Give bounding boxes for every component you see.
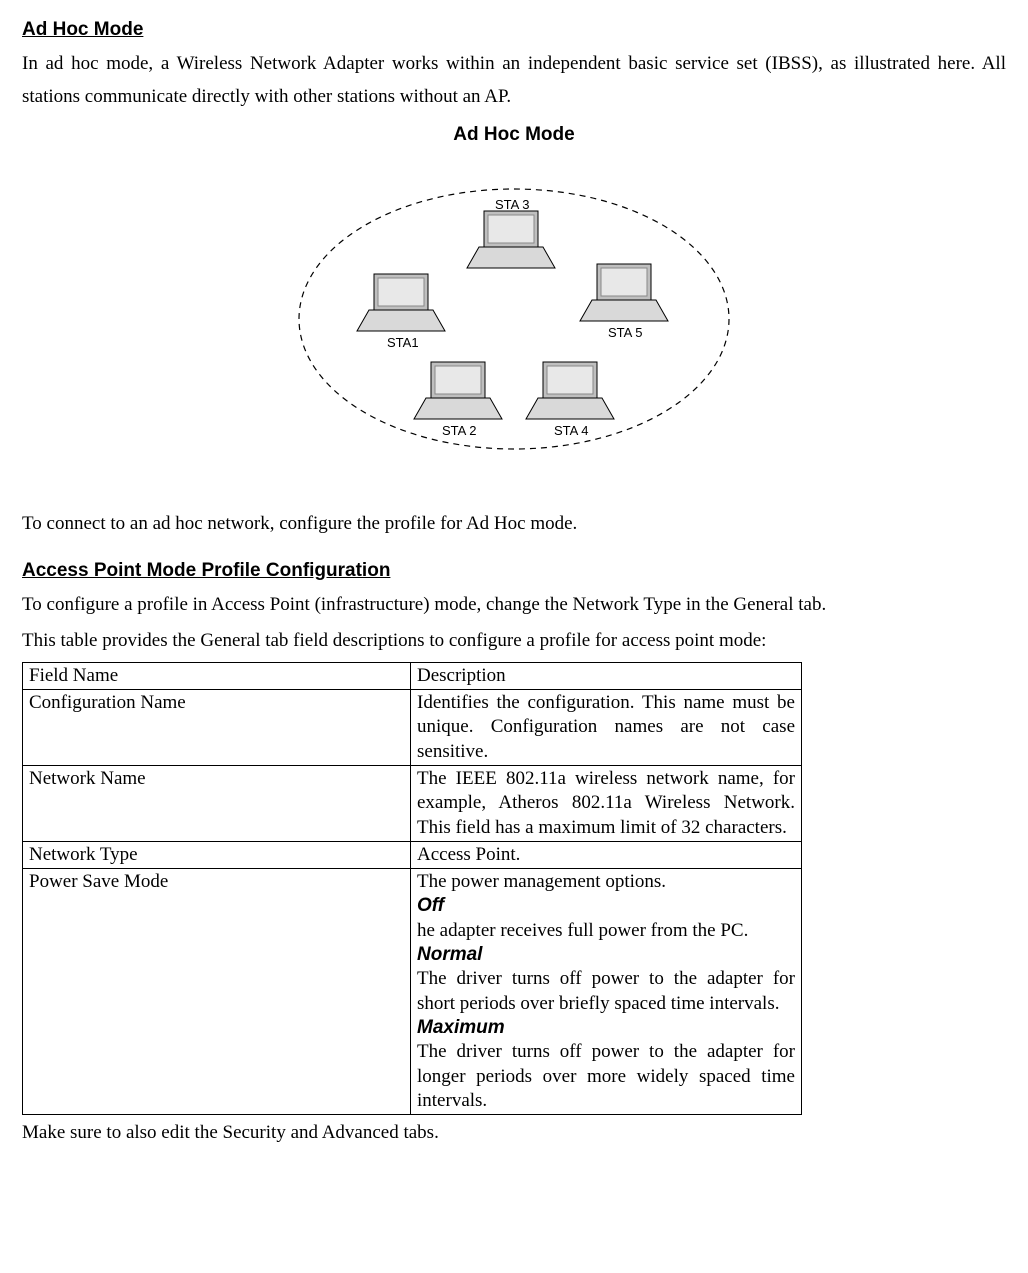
ap-intro-1: To configure a profile in Access Point (… (22, 589, 1006, 621)
figure-title: Ad Hoc Mode (22, 119, 1006, 151)
field-name-cell: Network Name (23, 765, 411, 841)
laptop-icon (357, 274, 445, 331)
field-desc-cell: The power management options. Off he ada… (411, 869, 802, 1115)
table-row: Network Type Access Point. (23, 841, 802, 868)
adhoc-intro-paragraph: In ad hoc mode, a Wireless Network Adapt… (22, 48, 1006, 113)
power-normal-label: Normal (417, 943, 795, 967)
fields-table: Field Name Description Configuration Nam… (22, 662, 802, 1116)
table-header-field: Field Name (23, 662, 411, 689)
ap-intro-2: This table provides the General tab fiel… (22, 625, 1006, 657)
sta3-label: STA 3 (495, 197, 529, 212)
power-intro: The power management options. (417, 871, 666, 892)
field-desc-cell: Access Point. (411, 841, 802, 868)
field-name-cell: Power Save Mode (23, 869, 411, 1115)
sta5-label: STA 5 (608, 325, 642, 340)
adhoc-note: To connect to an ad hoc network, configu… (22, 508, 1006, 540)
power-normal-desc: The driver turns off power to the adapte… (417, 968, 795, 1013)
field-desc-cell: The IEEE 802.11a wireless network name, … (411, 765, 802, 841)
table-row: Field Name Description (23, 662, 802, 689)
sta2-label: STA 2 (442, 423, 476, 438)
field-desc-cell: Identifies the configuration. This name … (411, 689, 802, 765)
table-row: Power Save Mode The power management opt… (23, 869, 802, 1115)
section-heading-ap: Access Point Mode Profile Configuration (22, 555, 1006, 587)
power-max-label: Maximum (417, 1016, 795, 1040)
adhoc-diagram: STA1 STA 3 STA 5 STA 2 STA 4 (22, 169, 1006, 480)
power-max-desc: The driver turns off power to the adapte… (417, 1041, 795, 1111)
sta4-label: STA 4 (554, 423, 588, 438)
ap-outro: Make sure to also edit the Security and … (22, 1117, 1006, 1149)
table-header-desc: Description (411, 662, 802, 689)
power-off-desc: he adapter receives full power from the … (417, 920, 748, 941)
field-name-cell: Network Type (23, 841, 411, 868)
field-name-cell: Configuration Name (23, 689, 411, 765)
table-row: Configuration Name Identifies the config… (23, 689, 802, 765)
power-off-label: Off (417, 894, 795, 918)
laptop-icon (467, 211, 555, 268)
laptop-icon (414, 362, 502, 419)
laptop-icon (580, 264, 668, 321)
sta1-label: STA1 (387, 335, 419, 350)
table-row: Network Name The IEEE 802.11a wireless n… (23, 765, 802, 841)
section-heading-adhoc: Ad Hoc Mode (22, 14, 1006, 46)
laptop-icon (526, 362, 614, 419)
